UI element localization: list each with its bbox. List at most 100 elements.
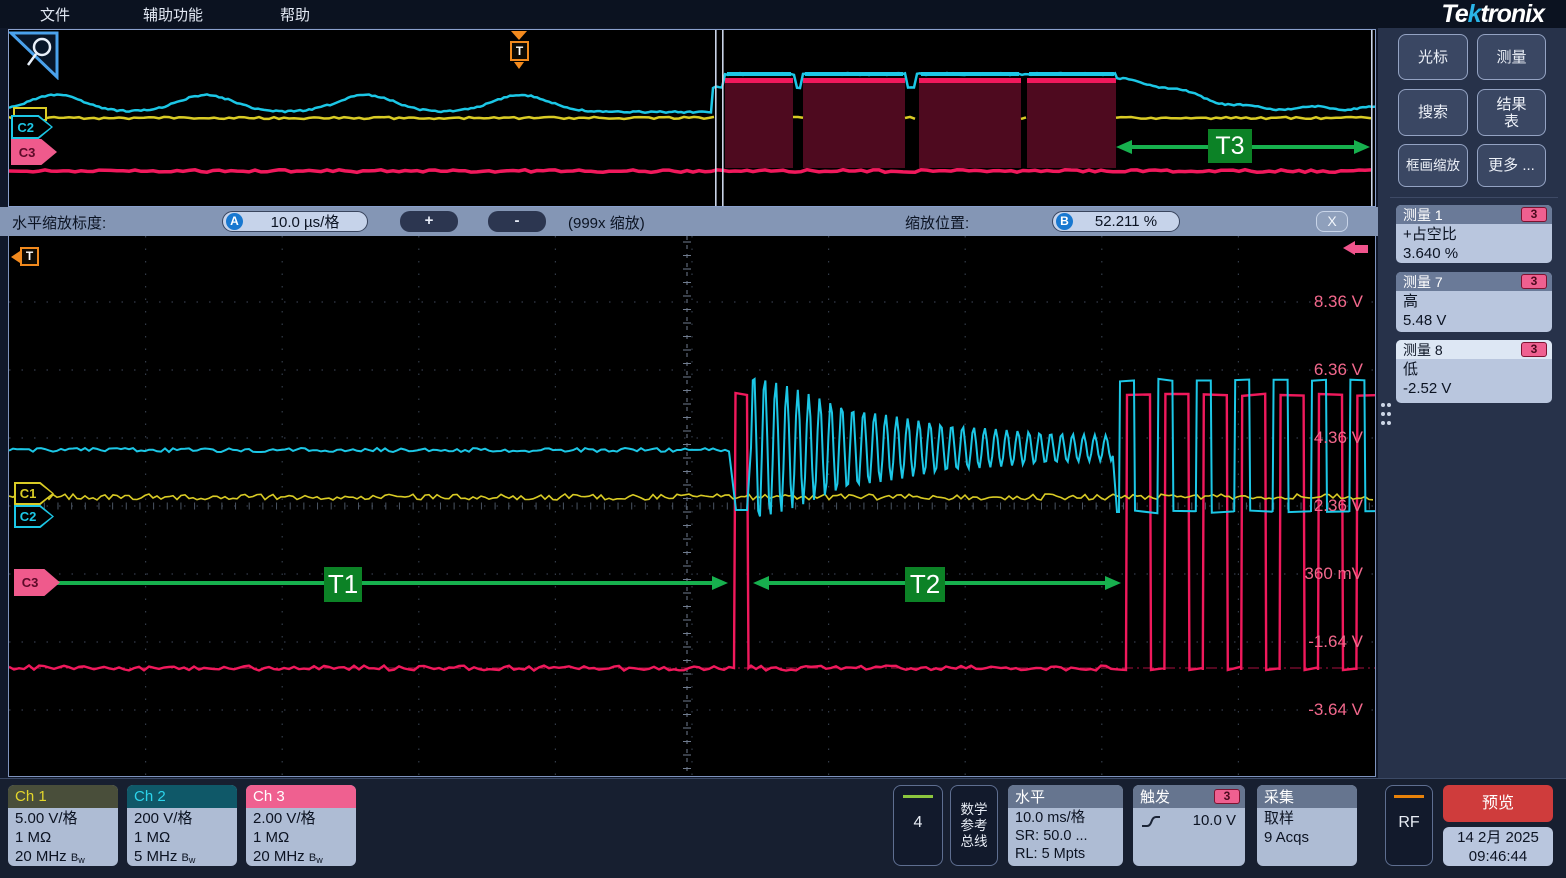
zoom-scale-control[interactable]: A 10.0 µs/格 <box>222 211 368 232</box>
draw-box-zoom-button[interactable]: 框画缩放 <box>1398 144 1468 187</box>
sample-rate: SR: 50.0 ... <box>1015 827 1123 845</box>
preview-button[interactable]: 预览 <box>1443 785 1553 822</box>
menu-utility[interactable]: 辅助功能 <box>143 4 203 25</box>
bus-line: 总线 <box>961 834 988 850</box>
trigger-badge[interactable]: 触发 3 10.0 V <box>1133 785 1245 866</box>
horizontal-scale: 10.0 ms/格 <box>1015 809 1123 827</box>
zoom-scale-value: 10.0 µs/格 <box>243 211 367 232</box>
trigger-position-marker[interactable]: T <box>510 41 529 61</box>
voltage-tick-label: 8.36 V <box>1268 292 1363 312</box>
zoom-scale-label: 水平缩放标度: <box>12 212 106 233</box>
source-badge: 3 <box>1521 342 1547 357</box>
channel-2-settings: 200 V/格 1 MΩ 5 MHz Bw <box>127 808 237 866</box>
annotation-t3-label: T3 <box>1208 129 1252 163</box>
zoom-close-button[interactable]: X <box>1316 211 1348 232</box>
trigger-level-arrow-bar <box>1355 245 1368 253</box>
channel-1-settings: 5.00 V/格 1 MΩ 20 MHz Bw <box>8 808 118 866</box>
search-button[interactable]: 搜索 <box>1398 89 1468 136</box>
overview-waveforms <box>9 30 1375 206</box>
source-badge: 3 <box>1521 274 1547 289</box>
trigger-level-arrow-icon[interactable] <box>1343 241 1355 255</box>
ref-line: 参考 <box>961 818 988 834</box>
trigger-position-arrow-icon[interactable] <box>511 31 527 40</box>
ch3-scale: 2.00 V/格 <box>253 809 356 828</box>
annotation-t1-label: T1 <box>324 567 362 602</box>
rf-label: RF <box>1386 814 1432 832</box>
source-badge: 3 <box>1521 207 1547 222</box>
voltage-tick-label: 6.36 V <box>1268 360 1363 380</box>
measurement-1-body: +占空比 3.640 % <box>1396 224 1552 263</box>
sidebar-divider <box>1390 197 1558 198</box>
waveform-overview-panel[interactable]: C2 C3 T T3 <box>8 29 1376 207</box>
menu-file[interactable]: 文件 <box>40 4 70 25</box>
measurement-8-body: 低 -2.52 V <box>1396 359 1552 399</box>
trigger-title: 触发 <box>1140 786 1170 807</box>
channel-2-title: Ch 2 <box>127 785 237 808</box>
rf-button[interactable]: RF <box>1385 785 1433 866</box>
bottom-settings-bar: Ch 1 5.00 V/格 1 MΩ 20 MHz Bw Ch 2 200 V/… <box>0 778 1566 878</box>
main-trigger-marker[interactable]: T <box>20 247 39 266</box>
measurement-name: +占空比 <box>1403 225 1545 244</box>
rf-color-line <box>1394 795 1424 798</box>
more-button[interactable]: 更多 ... <box>1477 144 1546 187</box>
ch2-impedance: 1 MΩ <box>134 828 237 847</box>
datetime-display: 14 2月 2025 09:46:44 <box>1443 827 1553 866</box>
ch2-badge-label: C2 <box>11 120 40 135</box>
trigger-offscreen-arrow-icon <box>11 251 20 263</box>
acquisition-count: 9 Acqs <box>1264 828 1357 847</box>
voltage-tick-label: -3.64 V <box>1268 700 1363 720</box>
channel-1-badge[interactable]: Ch 1 5.00 V/格 1 MΩ 20 MHz Bw <box>8 785 118 866</box>
cursors-button[interactable]: 光标 <box>1398 34 1468 80</box>
measure-button[interactable]: 测量 <box>1477 34 1546 80</box>
zoom-position-label: 缩放位置: <box>905 212 969 233</box>
record-length: RL: 5 Mpts <box>1015 845 1123 863</box>
channel-2-badge[interactable]: Ch 2 200 V/格 1 MΩ 5 MHz Bw <box>127 785 237 866</box>
knob-a-badge: A <box>226 213 243 230</box>
ch1-impedance: 1 MΩ <box>15 828 118 847</box>
ch1-scale: 5.00 V/格 <box>15 809 118 828</box>
measurement-value: 5.48 V <box>1403 311 1545 330</box>
measurement-8-header: 测量 8 3 <box>1396 340 1552 359</box>
main-ch1-label: C1 <box>14 486 42 501</box>
zoom-out-button[interactable]: - <box>488 211 546 232</box>
math-ref-bus-button[interactable]: 数学 参考 总线 <box>950 785 998 866</box>
zoom-overview-icon[interactable] <box>9 30 59 80</box>
acquisition-badge[interactable]: 采集 取样 9 Acqs <box>1257 785 1357 866</box>
voltage-tick-label: 360 mV <box>1268 564 1363 584</box>
measurement-card-8[interactable]: 测量 8 3 低 -2.52 V <box>1396 340 1552 403</box>
measurement-1-header: 测量 1 3 <box>1396 205 1552 224</box>
main-waveform-display[interactable]: T C1 C2 C3 T1 T2 8.36 V 6.36 V 4.36 V 2.… <box>8 236 1376 777</box>
measurement-card-7[interactable]: 测量 7 3 高 5.48 V <box>1396 272 1552 332</box>
measurement-card-1[interactable]: 测量 1 3 +占空比 3.640 % <box>1396 205 1552 263</box>
logo-text: Te <box>1441 0 1467 28</box>
menu-help[interactable]: 帮助 <box>280 4 310 25</box>
horizontal-badge[interactable]: 水平 10.0 ms/格 SR: 50.0 ... RL: 5 Mpts <box>1008 785 1123 866</box>
channel-1-title: Ch 1 <box>8 785 118 808</box>
trigger-position-pointer-icon <box>514 62 524 69</box>
time-text: 09:46:44 <box>1443 847 1553 866</box>
zoom-position-control[interactable]: B 52.211 % <box>1052 211 1180 232</box>
measurement-8-title: 测量 8 <box>1403 340 1443 360</box>
channel-3-badge[interactable]: Ch 3 2.00 V/格 1 MΩ 20 MHz Bw <box>246 785 356 866</box>
acquisition-mode: 取样 <box>1264 809 1357 828</box>
channel-4-button[interactable]: 4 <box>893 785 943 866</box>
main-ch3-label: C3 <box>14 575 46 590</box>
measurement-7-header: 测量 7 3 <box>1396 272 1552 291</box>
measurement-value: -2.52 V <box>1403 379 1545 398</box>
ch1-bandwidth: 20 MHz Bw <box>15 847 118 866</box>
panel-drag-handle-icon[interactable] <box>1387 403 1391 407</box>
zoom-position-value: 52.211 % <box>1073 213 1179 230</box>
oscilloscope-screen: 文件 辅助功能 帮助 Tektronix C2 C3 T T3 水平缩放标度: … <box>0 0 1566 878</box>
menu-bar: 文件 辅助功能 帮助 Tektronix <box>0 0 1566 28</box>
logo-k: k <box>1468 0 1481 28</box>
results-table-button[interactable]: 结果 表 <box>1477 89 1546 136</box>
rising-edge-icon <box>1140 813 1162 829</box>
voltage-tick-label: -1.64 V <box>1268 632 1363 652</box>
zoom-in-button[interactable]: + <box>400 211 458 232</box>
panel-drag-handle-icon[interactable] <box>1381 403 1385 407</box>
horizontal-settings: 10.0 ms/格 SR: 50.0 ... RL: 5 Mpts <box>1008 808 1123 863</box>
ch2-scale: 200 V/格 <box>134 809 237 828</box>
measurement-7-title: 测量 7 <box>1403 272 1443 292</box>
logo-suffix: tronix <box>1481 0 1544 28</box>
voltage-tick-label: 4.36 V <box>1268 428 1363 448</box>
